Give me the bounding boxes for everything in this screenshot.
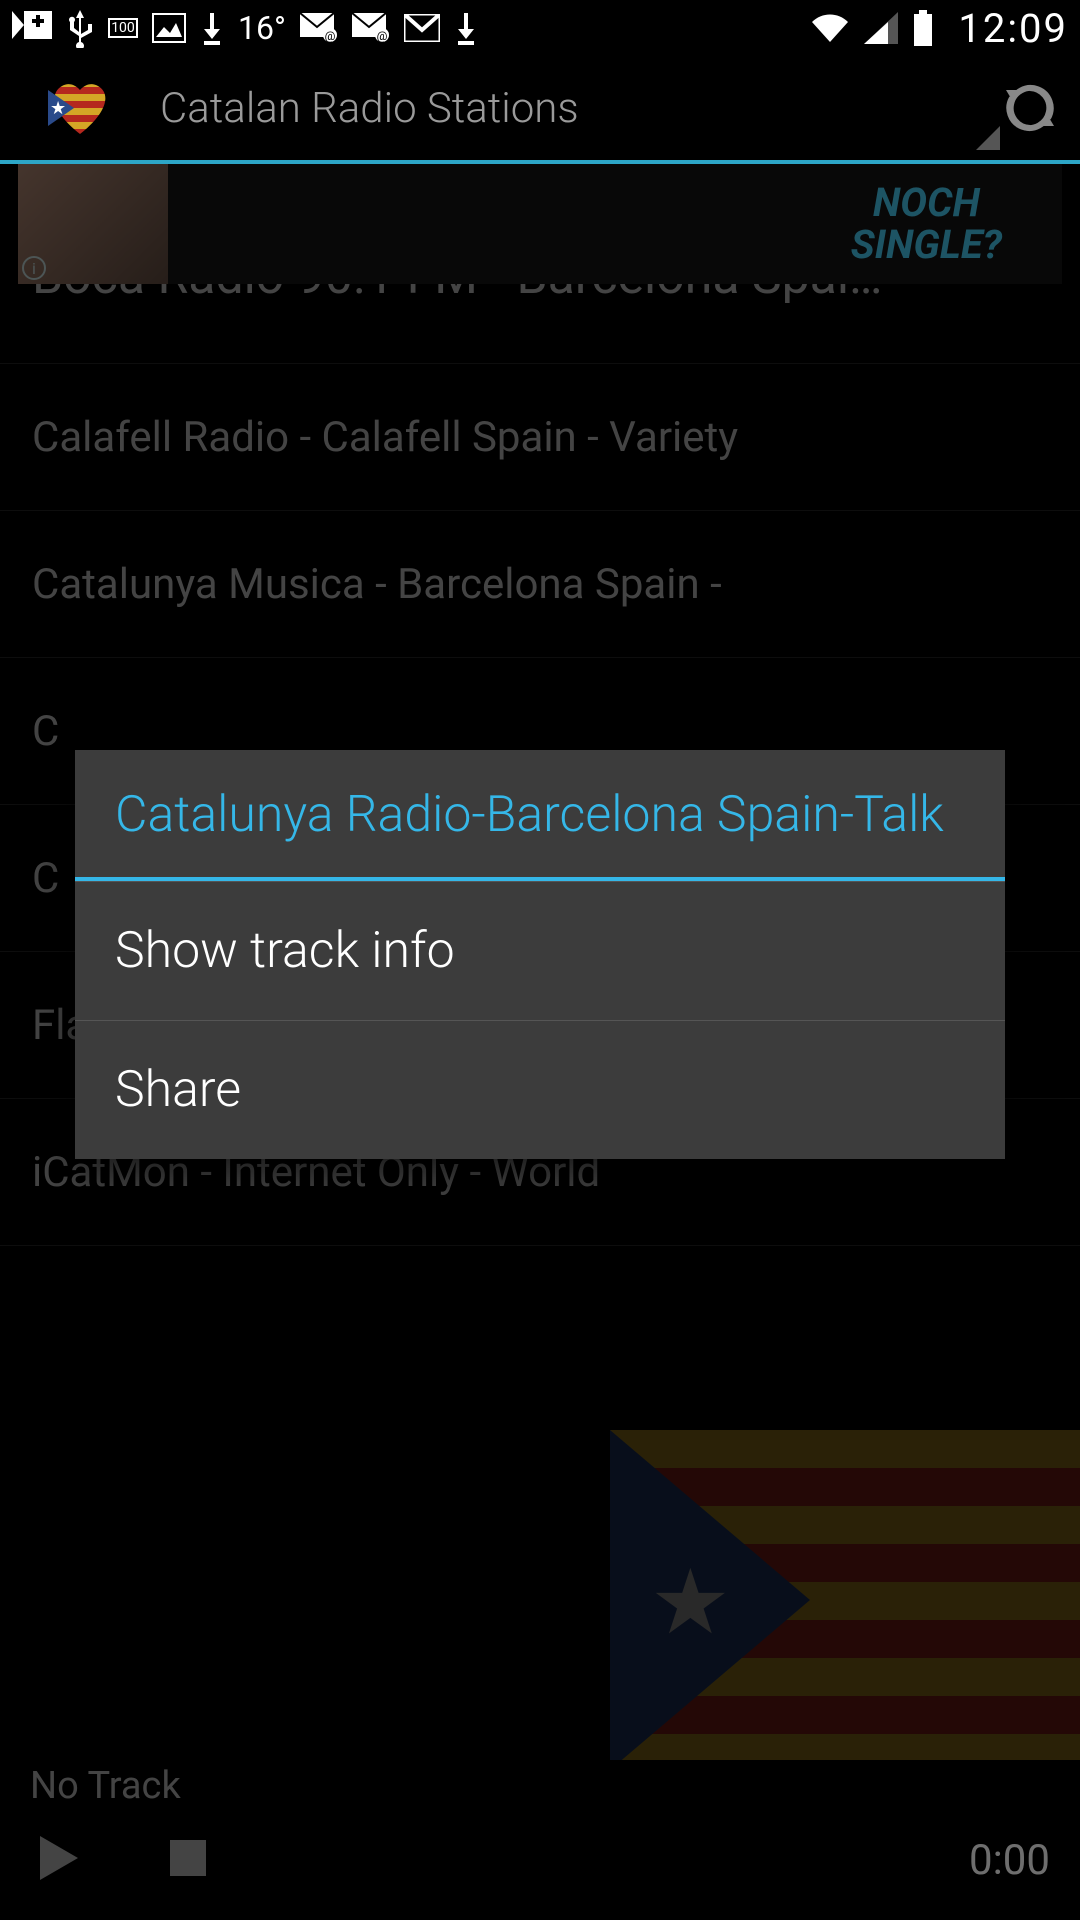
battery-full-icon — [912, 10, 934, 46]
image-icon — [152, 13, 186, 43]
dropdown-indicator-icon[interactable] — [976, 126, 1000, 150]
svg-text:@: @ — [377, 29, 388, 43]
clock: 12:09 — [958, 5, 1068, 52]
gmail-icon — [404, 14, 440, 42]
refresh-button[interactable] — [1000, 78, 1060, 138]
status-bar: 100 16° @ @ 12:09 — [0, 0, 1080, 56]
dialog-title: Catalunya Radio-Barcelona Spain-Talk — [75, 750, 1005, 877]
usb-icon — [66, 8, 94, 48]
temperature-indicator: 16° — [238, 9, 286, 47]
mail-at-icon: @ — [300, 13, 338, 43]
context-menu-dialog: Catalunya Radio-Barcelona Spain-Talk Sho… — [75, 750, 1005, 1159]
download-icon — [200, 11, 224, 45]
menu-item-share[interactable]: Share — [75, 1020, 1005, 1159]
new-tab-icon — [12, 11, 52, 45]
svg-text:@: @ — [325, 29, 336, 43]
battery-100-icon: 100 — [108, 18, 138, 38]
wifi-icon — [810, 12, 850, 44]
app-title[interactable]: Catalan Radio Stations — [160, 84, 956, 133]
app-bar: ★ Catalan Radio Stations — [0, 56, 1080, 160]
download-icon-2 — [454, 11, 478, 45]
menu-item-show-track-info[interactable]: Show track info — [75, 881, 1005, 1020]
cell-signal-icon — [864, 12, 898, 44]
app-logo-icon: ★ — [48, 80, 112, 136]
mail-at-icon-2: @ — [352, 13, 390, 43]
